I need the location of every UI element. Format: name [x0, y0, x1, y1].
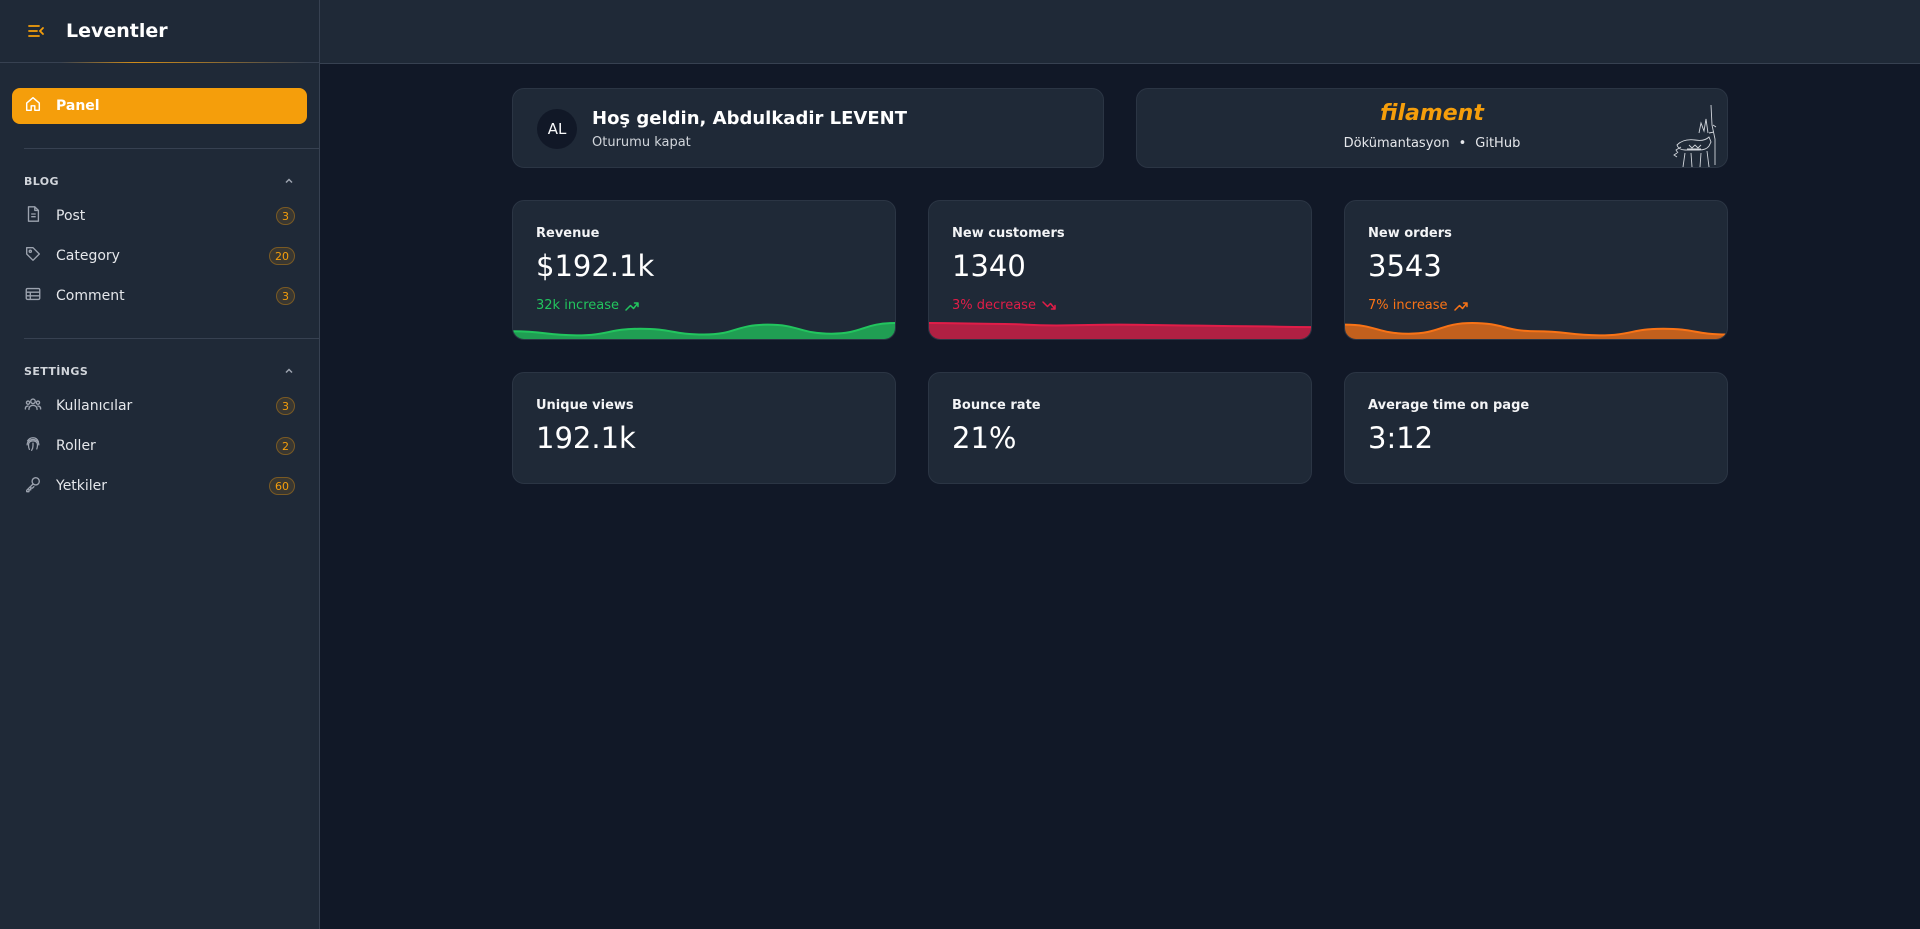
avatar: AL	[537, 109, 577, 149]
sidebar-item-roles[interactable]: Roller 2	[0, 426, 319, 466]
sidebar-item-label: Yetkiler	[56, 478, 108, 494]
divider	[24, 148, 319, 149]
count-badge: 2	[276, 437, 295, 455]
group-label: SETTİNGS	[24, 364, 89, 378]
count-badge: 60	[269, 477, 295, 495]
documentation-link[interactable]: Dökümantasyon	[1344, 136, 1450, 151]
brand-header: Leventler	[0, 0, 319, 63]
home-icon	[24, 95, 42, 117]
sidebar: Leventler Panel BLOG Post 3 Category 20 …	[0, 0, 320, 929]
stat-card-average-time: Average time on page 3:12	[1344, 372, 1728, 484]
trending-up-icon	[1453, 301, 1468, 311]
sidebar-item-comment[interactable]: Comment 3	[0, 276, 319, 316]
stat-card-bounce-rate: Bounce rate 21%	[928, 372, 1312, 484]
stat-description: 32k increase	[536, 298, 640, 313]
stat-label: Revenue	[536, 226, 600, 241]
brand-title[interactable]: Leventler	[66, 20, 168, 42]
count-badge: 3	[276, 207, 295, 225]
stat-description-text: 7% increase	[1368, 298, 1448, 313]
stat-card-unique-views: Unique views 192.1k	[512, 372, 896, 484]
sidebar-item-label: Kullanıcılar	[56, 398, 133, 414]
filament-mascot-illustration	[1673, 104, 1717, 167]
group-label: BLOG	[24, 174, 59, 188]
key-icon	[24, 475, 42, 497]
table-icon	[24, 285, 42, 307]
link-separator: •	[1458, 136, 1467, 151]
stat-value: 1340	[952, 249, 1026, 283]
divider	[24, 338, 319, 339]
collapse-sidebar-icon[interactable]	[24, 19, 48, 43]
stat-label: Bounce rate	[952, 398, 1041, 413]
chevron-up-icon[interactable]	[283, 362, 295, 381]
stat-description: 3% decrease	[952, 298, 1057, 313]
sparkline-area	[513, 323, 895, 339]
github-link[interactable]: GitHub	[1475, 136, 1520, 151]
sidebar-item-category[interactable]: Category 20	[0, 236, 319, 276]
stat-label: New customers	[952, 226, 1065, 241]
sidebar-item-label: Post	[56, 208, 86, 224]
sidebar-item-post[interactable]: Post 3	[0, 196, 319, 236]
filament-links: Dökümantasyon • GitHub	[1137, 136, 1727, 151]
document-icon	[24, 205, 42, 227]
users-icon	[24, 395, 42, 417]
stat-label: Average time on page	[1368, 398, 1530, 413]
count-badge: 20	[269, 247, 295, 265]
fingerprint-icon	[24, 435, 42, 457]
count-badge: 3	[276, 287, 295, 305]
group-header-settings[interactable]: SETTİNGS	[0, 361, 319, 381]
sidebar-item-permissions[interactable]: Yetkiler 60	[0, 466, 319, 506]
stat-value: 192.1k	[536, 421, 636, 455]
group-header-blog[interactable]: BLOG	[0, 171, 319, 191]
logout-button[interactable]: Oturumu kapat	[592, 135, 691, 150]
stat-card-new-orders: New orders 3543 7% increase	[1344, 200, 1728, 340]
stat-value: 3:12	[1368, 421, 1434, 455]
stat-label: New orders	[1368, 226, 1452, 241]
stat-card-new-customers: New customers 1340 3% decrease	[928, 200, 1312, 340]
filament-info-widget: filament Dökümantasyon • GitHub	[1136, 88, 1728, 168]
stat-description-text: 3% decrease	[952, 298, 1036, 313]
stat-card-revenue: Revenue $192.1k 32k increase	[512, 200, 896, 340]
sidebar-item-label: Category	[56, 248, 120, 264]
trending-down-icon	[1042, 300, 1056, 310]
sidebar-item-users[interactable]: Kullanıcılar 3	[0, 386, 319, 426]
welcome-title: Hoş geldin, Abdulkadir LEVENT	[592, 108, 907, 129]
stat-value: $192.1k	[536, 249, 655, 283]
filament-logo[interactable]: filament	[1137, 101, 1727, 126]
topbar	[320, 0, 1920, 64]
stat-sparkline	[1345, 321, 1727, 339]
stat-label: Unique views	[536, 398, 634, 413]
sidebar-item-label: Panel	[56, 98, 100, 114]
account-widget: AL Hoş geldin, Abdulkadir LEVENT Oturumu…	[512, 88, 1104, 168]
count-badge: 3	[276, 397, 295, 415]
trending-up-icon	[625, 301, 639, 311]
sidebar-item-label: Comment	[56, 288, 125, 304]
stat-value: 21%	[952, 421, 1017, 455]
stat-description-text: 32k increase	[536, 298, 619, 313]
stat-sparkline	[929, 322, 1311, 339]
sidebar-item-panel[interactable]: Panel	[12, 88, 307, 124]
tag-icon	[24, 245, 42, 267]
sparkline-line	[513, 322, 895, 337]
sidebar-item-label: Roller	[56, 438, 96, 454]
chevron-up-icon[interactable]	[283, 172, 295, 191]
stat-sparkline	[513, 322, 895, 339]
stat-description: 7% increase	[1368, 298, 1469, 313]
stat-value: 3543	[1368, 249, 1442, 283]
